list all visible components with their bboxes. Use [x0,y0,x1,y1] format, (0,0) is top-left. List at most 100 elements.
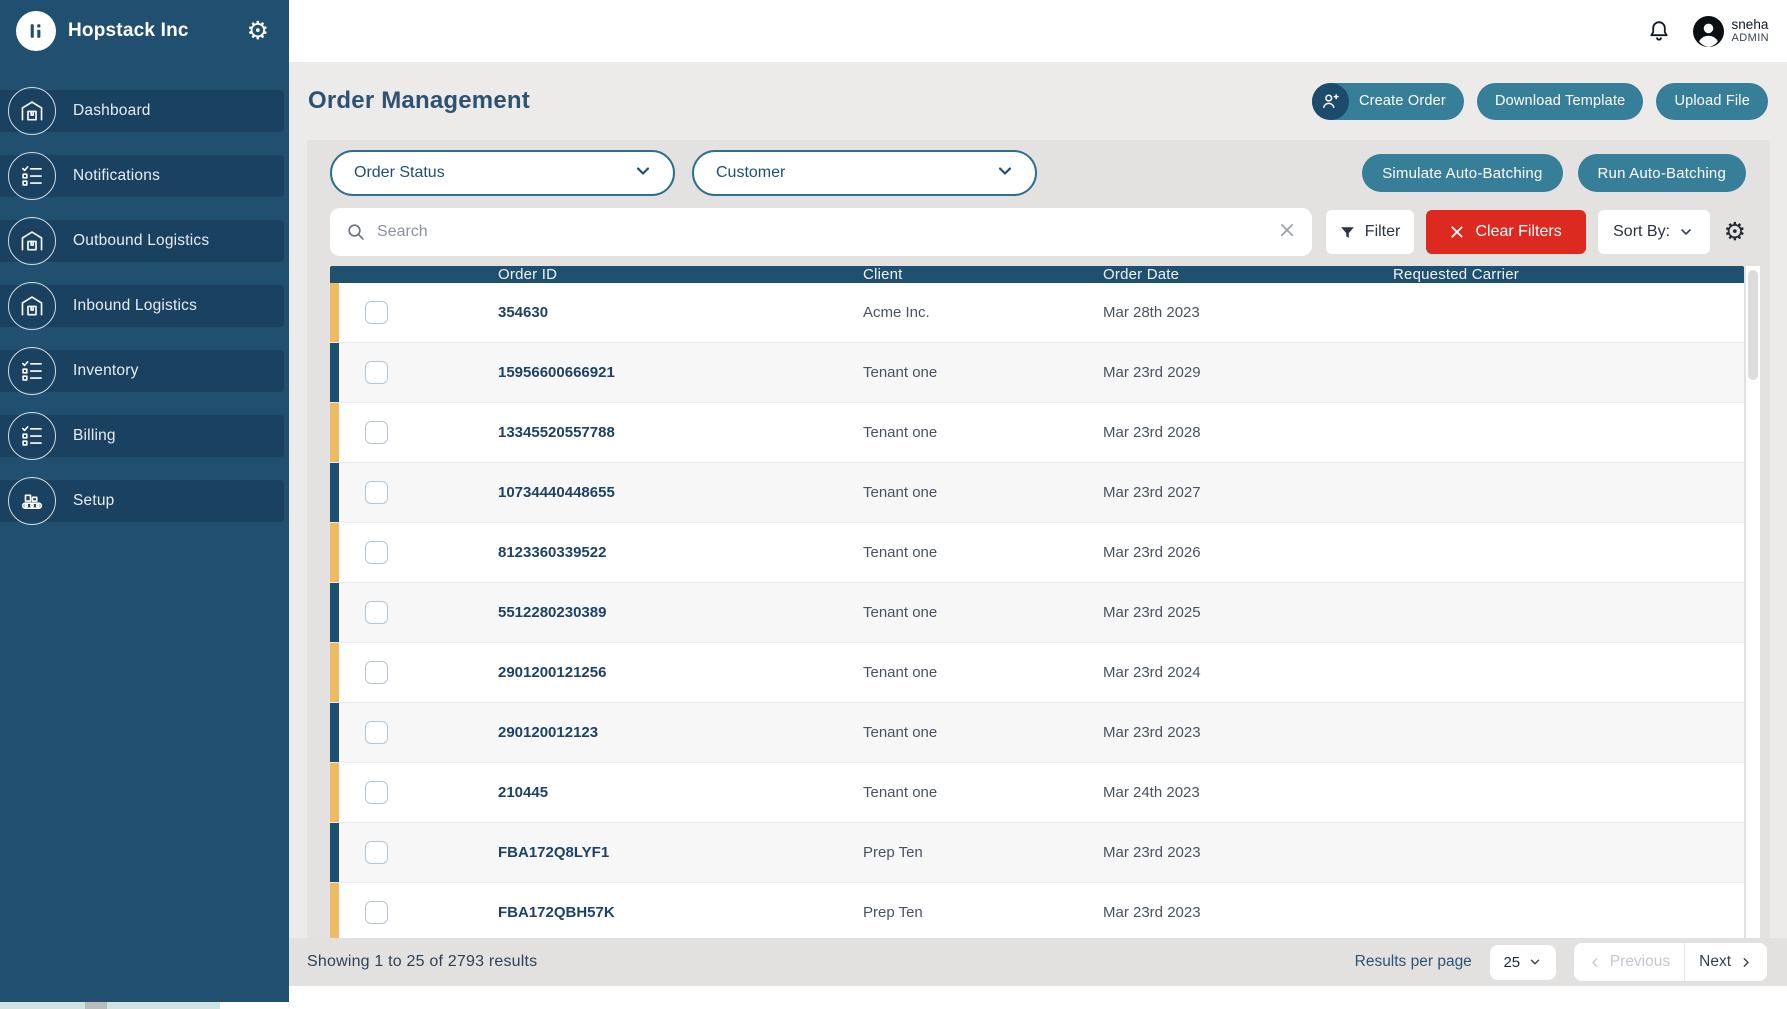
create-order-button[interactable]: Create Order [1312,83,1464,120]
row-checkbox[interactable] [365,481,388,504]
column-header-order-id[interactable]: Order ID [498,266,863,283]
sidebar-item-label: Inventory [73,362,139,380]
chevron-left-icon [1588,955,1603,970]
amber-status-stripe [330,763,339,822]
order-status-dropdown[interactable]: Order Status [330,150,675,196]
order-id-link[interactable]: FBA172QBH57K [498,904,863,921]
filter-button[interactable]: Filter [1326,210,1414,254]
order-id-link[interactable]: 290120012123 [498,724,863,741]
sort-by-button[interactable]: Sort By: [1598,210,1710,254]
user-avatar[interactable] [1693,16,1724,47]
order-id-link[interactable]: 15956600666921 [498,364,863,381]
amber-status-stripe [330,403,339,462]
background-window-strip [0,1002,220,1009]
column-header-order-date[interactable]: Order Date [1103,266,1393,283]
client-cell: Tenant one [863,484,1103,501]
sidebar-item-outbound-logistics[interactable]: Outbound Logistics [0,220,284,262]
table-row[interactable]: 5512280230389Tenant oneMar 23rd 2025 [330,583,1744,643]
table-row[interactable]: 8123360339522Tenant oneMar 23rd 2026 [330,523,1744,583]
previous-page-button[interactable]: Previous [1574,943,1685,981]
table-row[interactable]: FBA172Q8LYF1Prep TenMar 23rd 2023 [330,823,1744,883]
search-input[interactable] [377,223,1278,241]
user-role: ADMIN [1732,32,1769,45]
customer-dropdown-label: Customer [716,164,995,182]
sidebar-item-inbound-logistics[interactable]: Inbound Logistics [0,285,284,327]
order-date-cell: Mar 23rd 2023 [1103,904,1393,921]
sidebar-header: Hopstack Inc ⚙ [0,0,289,62]
clear-search-icon[interactable] [1278,221,1296,244]
sort-by-label: Sort By: [1613,223,1670,241]
table-row[interactable]: 210445Tenant oneMar 24th 2023 [330,763,1744,823]
customer-dropdown[interactable]: Customer [692,150,1037,196]
order-id-link[interactable]: 210445 [498,784,863,801]
next-page-button[interactable]: Next [1685,943,1767,981]
order-id-link[interactable]: FBA172Q8LYF1 [498,844,863,861]
table-row[interactable]: FBA172QBH57KPrep TenMar 23rd 2023 [330,883,1744,938]
row-checkbox[interactable] [365,541,388,564]
row-checkbox[interactable] [365,841,388,864]
clear-filters-button[interactable]: Clear Filters [1426,210,1586,254]
page-size-dropdown[interactable]: 25 [1490,945,1556,980]
table-row[interactable]: 15956600666921Tenant oneMar 23rd 2029 [330,343,1744,403]
row-checkbox[interactable] [365,361,388,384]
sidebar-item-inventory[interactable]: Inventory [0,350,284,392]
order-management-app: Hopstack Inc ⚙ Dashboard Notifications Out… [0,0,1787,1009]
table-row[interactable]: 10734440448655Tenant oneMar 23rd 2027 [330,463,1744,523]
sidebar: Hopstack Inc ⚙ Dashboard Notifications Out… [0,0,289,1002]
notifications-bell-icon[interactable] [1647,19,1671,43]
table-row[interactable]: 354630Acme Inc.Mar 28th 2023 [330,283,1744,343]
order-id-link[interactable]: 354630 [498,304,863,321]
order-date-cell: Mar 24th 2023 [1103,784,1393,801]
upload-file-button[interactable]: Upload File [1656,83,1768,120]
client-cell: Tenant one [863,664,1103,681]
simulate-auto-batching-button[interactable]: Simulate Auto-Batching [1362,154,1562,192]
conveyor-icon [8,477,56,525]
row-checkbox[interactable] [365,421,388,444]
navy-status-stripe [330,583,339,642]
table-row[interactable]: 2901200121256Tenant oneMar 23rd 2024 [330,643,1744,703]
download-template-button[interactable]: Download Template [1477,83,1644,120]
table-row[interactable]: 13345520557788Tenant oneMar 23rd 2028 [330,403,1744,463]
sidebar-item-dashboard[interactable]: Dashboard [0,90,284,132]
hopstack-logo-icon [16,11,56,51]
checklist-icon [8,412,56,460]
row-checkbox[interactable] [365,901,388,924]
navy-status-stripe [330,343,339,402]
client-cell: Acme Inc. [863,304,1103,321]
order-id-link[interactable]: 5512280230389 [498,604,863,621]
chevron-right-icon [1738,955,1753,970]
order-id-link[interactable]: 13345520557788 [498,424,863,441]
table-settings-gear-icon[interactable]: ⚙ [1724,220,1746,245]
order-id-link[interactable]: 2901200121256 [498,664,863,681]
row-checkbox[interactable] [365,781,388,804]
client-cell: Prep Ten [863,844,1103,861]
sidebar-item-setup[interactable]: Setup [0,480,284,522]
run-auto-batching-button[interactable]: Run Auto-Batching [1578,154,1746,192]
table-row[interactable]: 290120012123Tenant oneMar 23rd 2023 [330,703,1744,763]
amber-status-stripe [330,523,339,582]
order-status-dropdown-label: Order Status [354,164,633,182]
search-icon [346,222,366,242]
sidebar-settings-gear-icon[interactable]: ⚙ [247,19,269,44]
row-checkbox[interactable] [365,301,388,324]
sidebar-item-notifications[interactable]: Notifications [0,155,284,197]
order-id-link[interactable]: 8123360339522 [498,544,863,561]
order-date-cell: Mar 23rd 2023 [1103,844,1393,861]
client-cell: Tenant one [863,424,1103,441]
row-checkbox[interactable] [365,721,388,744]
results-per-page-label: Results per page [1355,953,1472,971]
column-header-requested-carrier[interactable]: Requested Carrier [1393,266,1744,283]
scrollbar-thumb[interactable] [1748,270,1758,380]
table-scrollbar[interactable] [1746,266,1760,938]
next-label: Next [1699,953,1731,971]
order-id-link[interactable]: 10734440448655 [498,484,863,501]
amber-status-stripe [330,883,339,938]
previous-label: Previous [1610,953,1670,971]
navy-status-stripe [330,703,339,762]
user-plus-icon [1312,83,1349,120]
column-header-client[interactable]: Client [863,266,1103,283]
sidebar-item-billing[interactable]: Billing [0,415,284,457]
row-checkbox[interactable] [365,601,388,624]
pagination-footer: Showing 1 to 25 of 2793 results Results … [289,938,1787,986]
row-checkbox[interactable] [365,661,388,684]
